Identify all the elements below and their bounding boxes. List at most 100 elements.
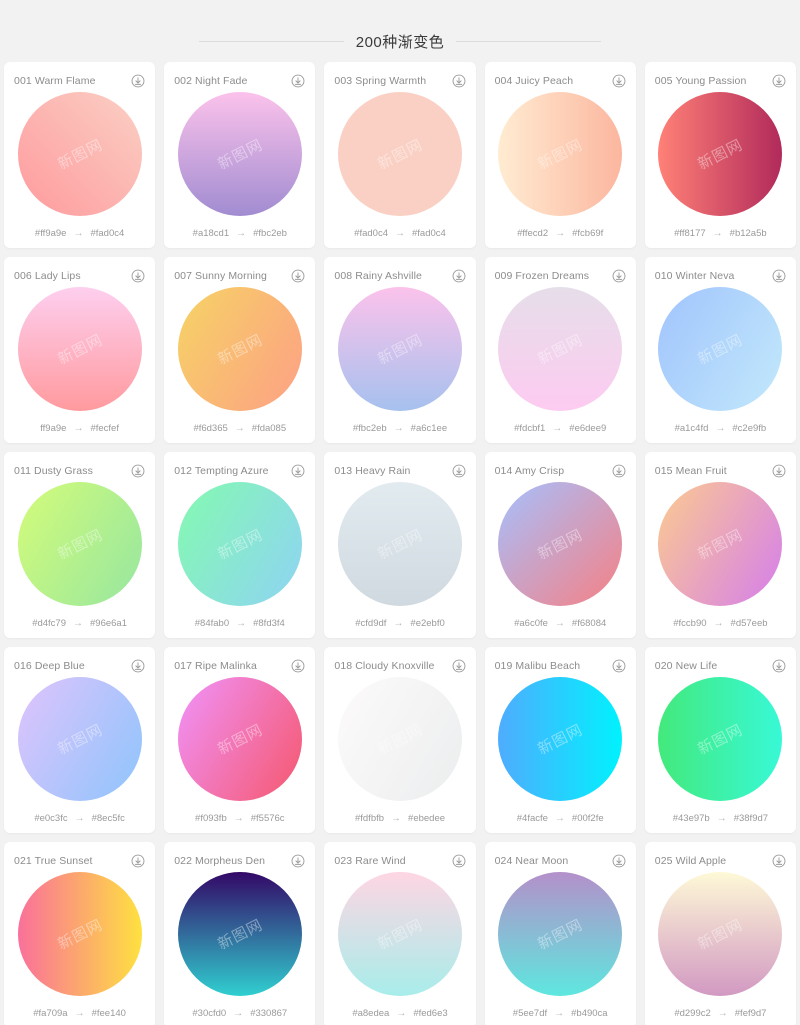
gradient-swatch[interactable]: 新图网	[17, 677, 142, 801]
hex-from[interactable]: #a18cd1	[193, 228, 229, 239]
hex-from[interactable]: #fbc2eb	[353, 423, 387, 434]
hex-from[interactable]: #fad0c4	[354, 228, 388, 239]
download-icon[interactable]	[131, 269, 145, 283]
gradient-card[interactable]: 007 Sunny Morning 新图网 #f6d365 → #fda085	[164, 257, 316, 443]
hex-from[interactable]: #a8edea	[352, 1008, 389, 1019]
gradient-swatch[interactable]: 新图网	[337, 92, 462, 216]
hex-to[interactable]: #fecfef	[90, 423, 119, 434]
hex-to[interactable]: #fcb69f	[572, 228, 603, 239]
hex-to[interactable]: #fad0c4	[412, 228, 446, 239]
gradient-swatch[interactable]: 新图网	[337, 482, 462, 606]
gradient-card[interactable]: 024 Near Moon 新图网 #5ee7df → #b490ca	[484, 842, 636, 1025]
gradient-card[interactable]: 006 Lady Lips 新图网 ff9a9e → #fecfef	[4, 257, 156, 443]
gradient-swatch[interactable]: 新图网	[498, 677, 623, 801]
gradient-card[interactable]: 019 Malibu Beach 新图网 #4facfe → #00f2fe	[484, 647, 636, 833]
gradient-card[interactable]: 003 Spring Warmth 新图网 #fad0c4 → #fad0c4	[324, 62, 476, 248]
gradient-card[interactable]: 021 True Sunset 新图网 #fa709a → #fee140	[4, 842, 156, 1025]
download-icon[interactable]	[291, 854, 305, 868]
hex-to[interactable]: #fef9d7	[735, 1008, 767, 1019]
gradient-card[interactable]: 004 Juicy Peach 新图网 #ffecd2 → #fcb69f	[484, 62, 636, 248]
hex-to[interactable]: #fbc2eb	[253, 228, 287, 239]
download-icon[interactable]	[291, 269, 305, 283]
download-icon[interactable]	[452, 74, 466, 88]
hex-from[interactable]: #4facfe	[517, 813, 548, 824]
download-icon[interactable]	[612, 659, 626, 673]
gradient-card[interactable]: 025 Wild Apple 新图网 #d299c2 → #fef9d7	[644, 842, 796, 1025]
gradient-card[interactable]: 002 Night Fade 新图网 #a18cd1 → #fbc2eb	[164, 62, 316, 248]
gradient-swatch[interactable]: 新图网	[17, 482, 142, 606]
hex-to[interactable]: #330867	[250, 1008, 287, 1019]
hex-from[interactable]: #5ee7df	[513, 1008, 547, 1019]
hex-to[interactable]: #b490ca	[571, 1008, 607, 1019]
download-icon[interactable]	[772, 854, 786, 868]
gradient-swatch[interactable]: 新图网	[177, 287, 302, 411]
hex-to[interactable]: #fee140	[92, 1008, 126, 1019]
hex-from[interactable]: #fa709a	[33, 1008, 67, 1019]
gradient-swatch[interactable]: 新图网	[658, 92, 783, 216]
hex-to[interactable]: #8ec5fc	[92, 813, 125, 824]
hex-from[interactable]: #d299c2	[674, 1008, 710, 1019]
download-icon[interactable]	[452, 854, 466, 868]
hex-from[interactable]: #d4fc79	[32, 618, 66, 629]
download-icon[interactable]	[291, 464, 305, 478]
hex-to[interactable]: #fed6e3	[413, 1008, 447, 1019]
gradient-card[interactable]: 018 Cloudy Knoxville 新图网 #fdfbfb → #ebed…	[324, 647, 476, 833]
hex-to[interactable]: #e2ebf0	[410, 618, 444, 629]
hex-from[interactable]: #a6c0fe	[514, 618, 548, 629]
gradient-card[interactable]: 023 Rare Wind 新图网 #a8edea → #fed6e3	[324, 842, 476, 1025]
download-icon[interactable]	[612, 269, 626, 283]
gradient-card[interactable]: 008 Rainy Ashville 新图网 #fbc2eb → #a6c1ee	[324, 257, 476, 443]
hex-from[interactable]: #f093fb	[195, 813, 227, 824]
gradient-card[interactable]: 020 New Life 新图网 #43e97b → #38f9d7	[644, 647, 796, 833]
download-icon[interactable]	[291, 659, 305, 673]
download-icon[interactable]	[612, 464, 626, 478]
hex-to[interactable]: #d57eeb	[731, 618, 768, 629]
hex-to[interactable]: #fda085	[252, 423, 286, 434]
gradient-swatch[interactable]: 新图网	[658, 482, 783, 606]
gradient-swatch[interactable]: 新图网	[17, 872, 142, 996]
gradient-card[interactable]: 012 Tempting Azure 新图网 #84fab0 → #8fd3f4	[164, 452, 316, 638]
hex-from[interactable]: #43e97b	[673, 813, 710, 824]
download-icon[interactable]	[772, 659, 786, 673]
hex-to[interactable]: #38f9d7	[734, 813, 768, 824]
download-icon[interactable]	[772, 269, 786, 283]
hex-to[interactable]: #ebedee	[408, 813, 445, 824]
download-icon[interactable]	[772, 464, 786, 478]
download-icon[interactable]	[131, 854, 145, 868]
gradient-swatch[interactable]: 新图网	[17, 287, 142, 411]
gradient-swatch[interactable]: 新图网	[498, 872, 623, 996]
hex-from[interactable]: #ff8177	[674, 228, 706, 239]
gradient-card[interactable]: 005 Young Passion 新图网 #ff8177 → #b12a5b	[644, 62, 796, 248]
hex-to[interactable]: #c2e9fb	[732, 423, 766, 434]
download-icon[interactable]	[291, 74, 305, 88]
hex-from[interactable]: #ff9a9e	[35, 228, 67, 239]
gradient-card[interactable]: 015 Mean Fruit 新图网 #fccb90 → #d57eeb	[644, 452, 796, 638]
gradient-swatch[interactable]: 新图网	[658, 872, 783, 996]
hex-to[interactable]: #a6c1ee	[411, 423, 447, 434]
hex-from[interactable]: #fccb90	[673, 618, 706, 629]
hex-from[interactable]: #fdfbfb	[355, 813, 384, 824]
gradient-card[interactable]: 001 Warm Flame 新图网 #ff9a9e → #fad0c4	[4, 62, 156, 248]
gradient-swatch[interactable]: 新图网	[337, 677, 462, 801]
download-icon[interactable]	[131, 659, 145, 673]
hex-to[interactable]: #e6dee9	[569, 423, 606, 434]
gradient-card[interactable]: 010 Winter Neva 新图网 #a1c4fd → #c2e9fb	[644, 257, 796, 443]
gradient-swatch[interactable]: 新图网	[337, 872, 462, 996]
hex-to[interactable]: #b12a5b	[730, 228, 767, 239]
hex-from[interactable]: #30cfd0	[192, 1008, 226, 1019]
gradient-swatch[interactable]: 新图网	[498, 92, 623, 216]
hex-from[interactable]: #f6d365	[193, 423, 227, 434]
download-icon[interactable]	[131, 464, 145, 478]
hex-to[interactable]: #8fd3f4	[253, 618, 285, 629]
gradient-card[interactable]: 017 Ripe Malinka 新图网 #f093fb → #f5576c	[164, 647, 316, 833]
gradient-card[interactable]: 016 Deep Blue 新图网 #e0c3fc → #8ec5fc	[4, 647, 156, 833]
gradient-card[interactable]: 009 Frozen Dreams 新图网 #fdcbf1 → #e6dee9	[484, 257, 636, 443]
hex-from[interactable]: #fdcbf1	[514, 423, 545, 434]
hex-from[interactable]: ff9a9e	[40, 423, 66, 434]
gradient-card[interactable]: 014 Amy Crisp 新图网 #a6c0fe → #f68084	[484, 452, 636, 638]
gradient-swatch[interactable]: 新图网	[658, 287, 783, 411]
download-icon[interactable]	[612, 854, 626, 868]
gradient-swatch[interactable]: 新图网	[17, 92, 142, 216]
download-icon[interactable]	[612, 74, 626, 88]
gradient-swatch[interactable]: 新图网	[498, 287, 623, 411]
